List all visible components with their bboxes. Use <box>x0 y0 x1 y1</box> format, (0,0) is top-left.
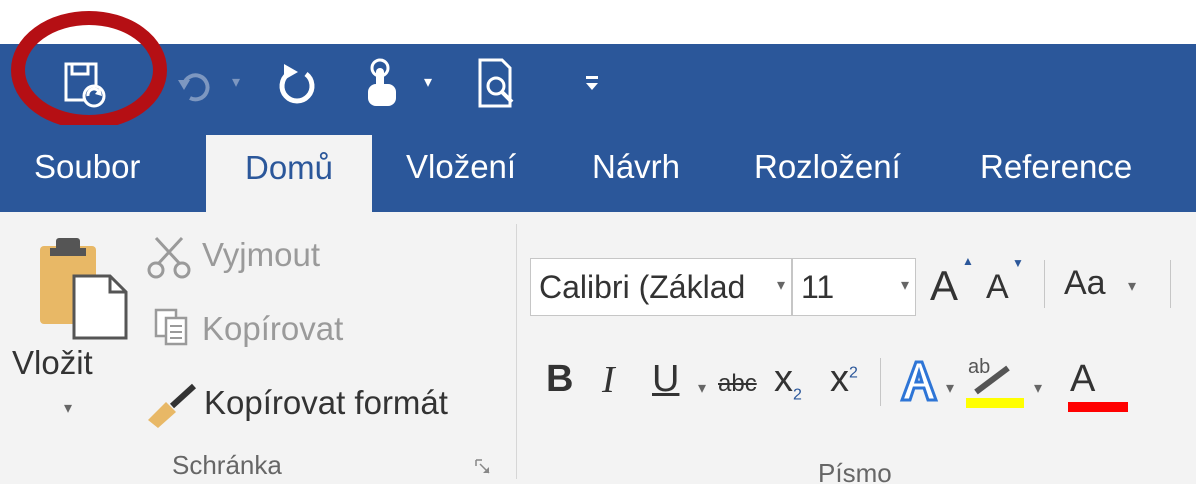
font-size-dropdown-icon[interactable]: ▾ <box>901 275 909 295</box>
undo-icon[interactable] <box>176 66 216 106</box>
change-case-button[interactable]: Aa <box>1064 264 1106 303</box>
subscript-digit: 2 <box>793 386 802 404</box>
ribbon: Vložit ▾ Vyjmout Kopírovat Kopírovat for… <box>0 212 1196 484</box>
strikethrough-button[interactable]: abc <box>718 370 757 398</box>
quick-access-toolbar: ▾ ▾ <box>0 44 1196 125</box>
undo-dropdown-icon[interactable]: ▾ <box>232 72 240 92</box>
clipboard-dialog-launcher-icon[interactable] <box>474 458 492 476</box>
change-case-dropdown-icon[interactable]: ▾ <box>1128 276 1136 296</box>
tab-vlozeni[interactable]: Vložení <box>406 125 516 212</box>
grow-font-button[interactable]: A <box>930 262 958 310</box>
redo-icon[interactable] <box>276 62 320 108</box>
clipboard-group-label: Schránka <box>172 450 282 480</box>
group-separator <box>516 224 517 479</box>
font-size-combobox[interactable]: 11 ▾ <box>792 258 916 316</box>
customize-qat-icon[interactable] <box>582 68 602 98</box>
shrink-font-arrow-icon: ▼ <box>1012 256 1024 270</box>
text-effects-icon[interactable] <box>896 356 940 406</box>
font-name-combobox[interactable]: Calibri (Základ ▾ <box>530 258 792 316</box>
tab-domu[interactable]: Domů <box>206 135 372 212</box>
font-color-button[interactable]: A <box>1070 358 1095 401</box>
superscript-button[interactable]: x2 <box>830 358 858 401</box>
tab-soubor[interactable]: Soubor <box>34 125 140 212</box>
subscript-x: x <box>774 358 793 400</box>
touch-mode-icon[interactable] <box>364 58 400 110</box>
tab-rozlozeni[interactable]: Rozložení <box>754 125 901 212</box>
grow-font-arrow-icon: ▲ <box>962 254 974 268</box>
shrink-font-button[interactable]: A <box>986 268 1009 307</box>
cut-icon[interactable] <box>146 234 192 280</box>
paste-icon[interactable] <box>36 232 132 342</box>
font-color-swatch <box>1068 402 1128 412</box>
underline-button[interactable]: U <box>652 358 679 401</box>
font-name-value: Calibri (Základ <box>539 269 746 305</box>
copy-label[interactable]: Kopírovat <box>202 310 343 348</box>
tab-reference[interactable]: Reference <box>980 125 1132 212</box>
font-name-dropdown-icon[interactable]: ▾ <box>777 275 785 295</box>
print-preview-icon[interactable] <box>476 56 520 112</box>
subscript-button[interactable]: x2 <box>774 358 802 405</box>
format-painter-icon[interactable] <box>144 380 200 430</box>
font-separator-3 <box>880 358 881 406</box>
highlight-color-button[interactable]: ab <box>966 356 1026 412</box>
touch-dropdown-icon[interactable]: ▾ <box>424 72 432 92</box>
superscript-digit: 2 <box>849 364 858 382</box>
font-size-value: 11 <box>801 269 835 305</box>
highlight-circle <box>11 11 167 129</box>
font-separator <box>1044 260 1045 308</box>
underline-dropdown-icon[interactable]: ▾ <box>698 378 706 398</box>
paste-dropdown-icon[interactable]: ▾ <box>64 398 72 418</box>
bold-button[interactable]: B <box>546 358 573 401</box>
highlight-dropdown-icon[interactable]: ▾ <box>1034 378 1042 398</box>
font-group-label: Písmo <box>818 458 892 484</box>
paste-label[interactable]: Vložit <box>12 344 93 382</box>
ribbon-tabs: Soubor Domů Vložení Návrh Rozložení Refe… <box>0 125 1196 212</box>
cut-label[interactable]: Vyjmout <box>202 236 320 274</box>
format-painter-label[interactable]: Kopírovat formát <box>204 384 448 422</box>
copy-icon[interactable] <box>152 306 192 348</box>
tab-navrh[interactable]: Návrh <box>592 125 680 212</box>
superscript-x: x <box>830 358 849 400</box>
italic-button[interactable]: I <box>602 358 615 402</box>
highlight-sample-text: ab <box>968 356 991 378</box>
font-separator-2 <box>1170 260 1171 308</box>
text-effects-dropdown-icon[interactable]: ▾ <box>946 378 954 398</box>
